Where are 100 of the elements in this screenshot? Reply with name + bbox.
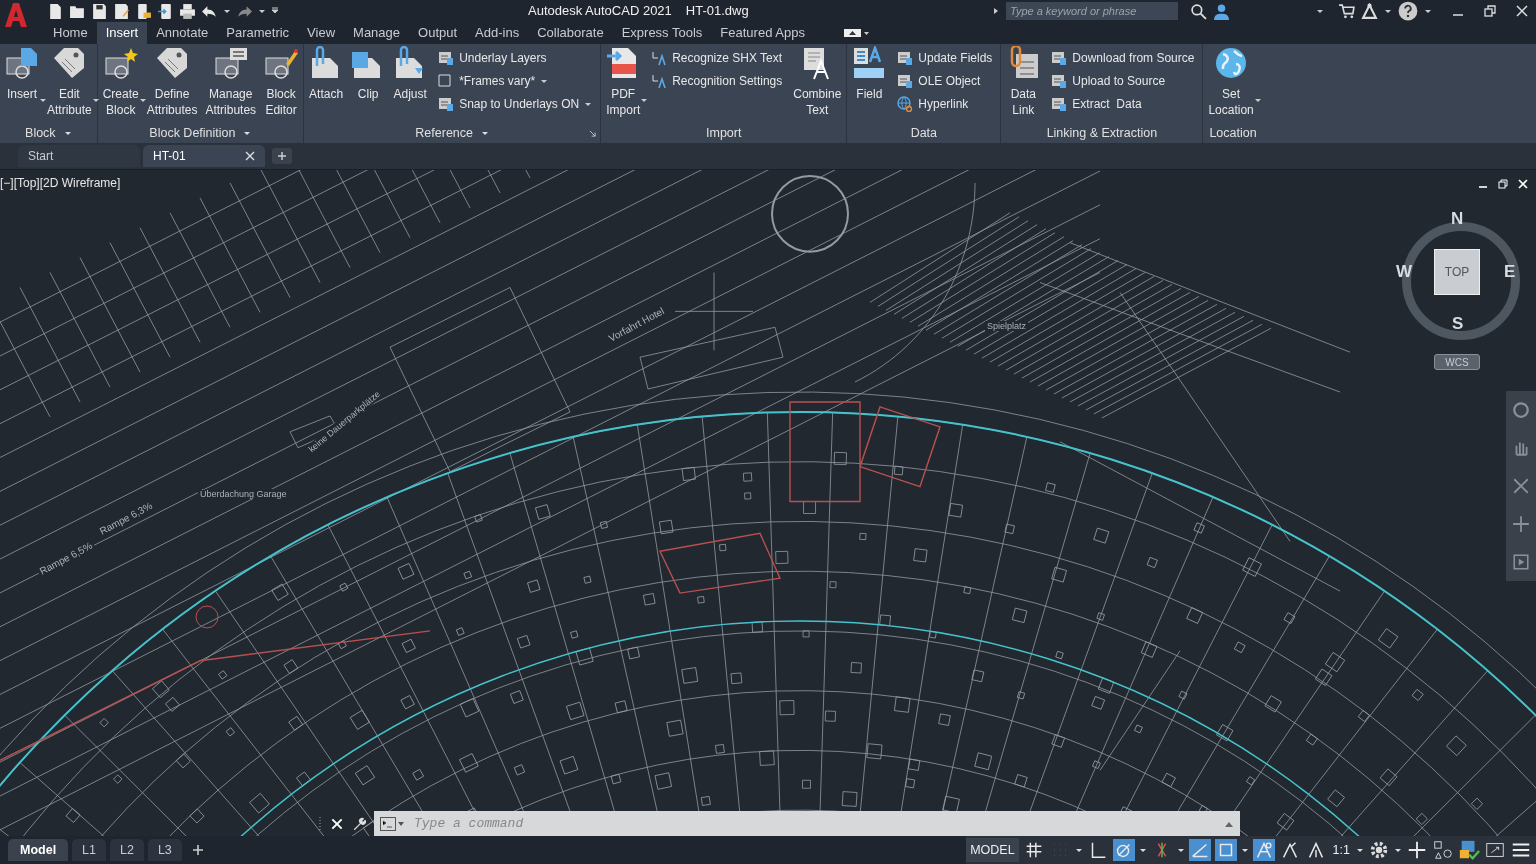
model-space-button[interactable]: MODEL [966,838,1019,862]
ribbon-button[interactable]: Set Location [1205,46,1257,118]
restore-icon[interactable] [1498,179,1508,189]
close-icon[interactable] [1516,5,1528,17]
layout-tab[interactable]: Model [8,839,69,861]
ribbon-tab[interactable]: Manage [344,22,410,44]
web-open-icon[interactable] [135,2,152,20]
layout-tab[interactable]: L3 [147,839,182,861]
autocad-logo-icon[interactable] [4,2,28,28]
ribbon-button[interactable]: *Frames vary* [436,71,595,91]
ribbon-button[interactable]: OLE Object [895,71,995,91]
panel-title[interactable]: Import [702,126,746,140]
grip-icon[interactable] [318,815,322,832]
save-icon[interactable] [91,2,108,20]
ribbon-button[interactable]: Clip [348,46,389,102]
viewport-controls-label[interactable]: [−][Top][2D Wireframe] [0,176,121,190]
ribbon-button[interactable]: Hyperlink [895,94,995,114]
command-line-field[interactable]: Type a command [374,811,1240,836]
panel-title[interactable]: Location [1205,126,1261,140]
panel-title[interactable]: Linking & Extraction [1042,126,1162,140]
orbit-icon[interactable] [1512,515,1530,533]
close-icon[interactable] [245,151,255,161]
ribbon-button[interactable]: Attach [306,46,347,102]
panel-title[interactable]: Block [21,126,76,140]
showmotion-icon[interactable] [1512,553,1530,571]
ribbon-tab[interactable]: View [298,22,345,44]
new-tab-icon[interactable] [272,148,292,164]
file-tab[interactable]: HT-01 [143,145,265,167]
search-field[interactable]: Type a keyword or phrase [1006,2,1178,20]
dialog-launcher-icon[interactable] [589,130,597,137]
compass-east[interactable]: E [1504,262,1516,282]
isolate-objects-icon[interactable] [1432,839,1454,861]
file-tab[interactable]: Start [18,145,140,167]
steering-wheel-icon[interactable] [1512,401,1530,419]
ribbon-button[interactable]: Upload to Source [1049,71,1197,91]
plus-icon[interactable] [1406,839,1428,861]
ribbon-button[interactable]: Underlay Layers [436,48,595,68]
new-file-icon[interactable] [47,2,64,20]
cart-icon[interactable] [1338,2,1355,20]
ribbon-tab[interactable]: Home [44,22,97,44]
customize-menu-icon[interactable] [271,7,279,15]
ribbon-button[interactable]: Recognize SHX Text [649,48,785,68]
ribbon-tab[interactable]: Parametric [217,22,299,44]
save-as-icon[interactable] [113,2,130,20]
compass-north[interactable]: N [1451,209,1464,229]
layout-tab[interactable]: L1 [72,839,106,861]
compass-south[interactable]: S [1452,314,1464,334]
hardware-acceleration-icon[interactable] [1458,839,1480,861]
command-input[interactable]: Type a command [412,815,1216,832]
caret-icon[interactable] [1424,7,1432,15]
wrench-icon[interactable] [352,816,366,831]
caret-icon[interactable] [1138,846,1147,854]
caret-icon[interactable] [258,7,266,15]
command-prompt-icon[interactable] [380,816,404,831]
triangle-nodes-icon[interactable] [1361,2,1378,20]
ucs-menu-button[interactable]: WCS [1434,354,1480,370]
ribbon-tab[interactable]: Express Tools [612,22,712,44]
ribbon-button[interactable]: Block Editor [261,46,302,118]
ribbon-tab[interactable]: Output [409,22,467,44]
zoom-icon[interactable] [1512,477,1530,495]
panel-title[interactable]: Reference [411,126,493,140]
ribbon-button[interactable]: Define Attributes [143,46,201,118]
ribbon-button[interactable]: Data Link [1003,46,1044,118]
help-icon[interactable] [1398,1,1418,21]
ribbon-button[interactable]: Recognition Settings [649,71,785,91]
ribbon-button[interactable]: Combine Text [790,46,845,118]
ribbon-button[interactable]: Create Block [99,46,142,118]
new-layout-icon[interactable] [191,844,204,856]
ribbon-button[interactable]: Snap to Underlays ON [436,94,595,114]
ribbon-button[interactable]: PDF Import [603,46,644,118]
expand-arrow-icon[interactable] [992,7,1000,15]
caret-icon[interactable] [1356,846,1364,854]
caret-icon[interactable] [1240,846,1249,854]
ribbon-button[interactable]: Adjust [390,46,431,102]
share-icon[interactable] [157,2,174,20]
viewcube-face[interactable]: TOP [1434,249,1480,295]
caret-icon[interactable] [1394,846,1402,854]
ribbon-tab[interactable]: Featured Apps [711,22,814,44]
search-icon[interactable] [1190,2,1207,20]
ribbon-button[interactable]: Download from Source [1049,48,1197,68]
print-icon[interactable] [179,2,196,20]
panel-title[interactable]: Block Definition [145,126,256,140]
ribbon-button[interactable]: Manage Attributes [202,46,260,118]
annotation-scale-button[interactable]: 1:1 [1330,843,1352,857]
ribbon-button[interactable]: Field [849,46,890,102]
restore-icon[interactable] [1484,5,1496,17]
caret-icon[interactable] [223,7,231,15]
ribbon-tab[interactable]: Add-ins [466,22,529,44]
caret-icon[interactable] [1316,7,1324,15]
layout-tab[interactable]: L2 [110,839,144,861]
user-icon[interactable] [1213,2,1230,20]
ribbon-toggle-icon[interactable] [843,28,870,38]
ribbon-tab[interactable]: Collaborate [528,22,613,44]
compass-west[interactable]: W [1396,262,1413,282]
caret-icon[interactable] [1384,7,1392,15]
ribbon-tab[interactable]: Annotate [147,22,218,44]
ribbon-button[interactable]: Extract Data [1049,94,1197,114]
panel-title[interactable]: Data [906,126,942,140]
caret-icon[interactable] [1074,846,1083,854]
ribbon-button[interactable]: Update Fields [895,48,995,68]
